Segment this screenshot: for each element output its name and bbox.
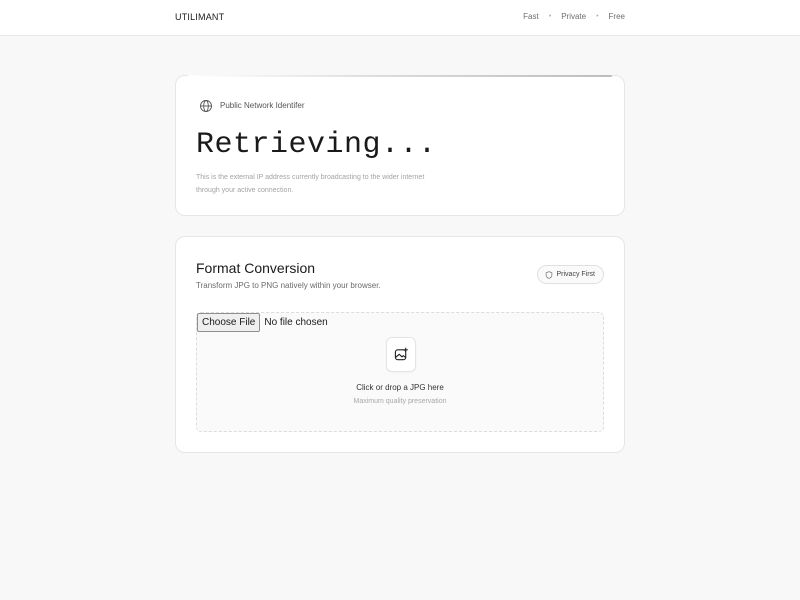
brand-logo[interactable]: UTILIMANT bbox=[175, 12, 224, 22]
upload-icon-box bbox=[386, 337, 416, 372]
ip-description: This is the external IP address currentl… bbox=[196, 174, 425, 194]
ip-address-value: Retrieving... bbox=[196, 128, 437, 162]
format-conversion-card: Format Conversion Transform JPG to PNG n… bbox=[175, 236, 625, 453]
globe-icon bbox=[200, 100, 212, 112]
image-plus-icon bbox=[394, 347, 408, 361]
loading-bar bbox=[188, 75, 612, 77]
drop-instruction: Click or drop a JPG here bbox=[356, 383, 444, 392]
privacy-badge: Privacy First bbox=[536, 265, 604, 284]
privacy-badge-label: Privacy First bbox=[556, 271, 596, 278]
top-nav: Fast • Private • Free bbox=[523, 12, 625, 21]
shield-icon bbox=[545, 270, 552, 279]
conversion-subtitle: Transform JPG to PNG natively within you… bbox=[196, 281, 381, 290]
file-dropzone[interactable]: Choose File No file chosen Click or drop… bbox=[196, 312, 604, 432]
ip-card: Public Network Identifer Retrieving... T… bbox=[175, 75, 625, 216]
drop-hint: Maximum quality preservation bbox=[353, 398, 447, 405]
nav-separator: • bbox=[596, 13, 599, 20]
nav-separator: • bbox=[548, 13, 552, 20]
ip-label: Public Network Identifer bbox=[220, 101, 305, 110]
nav-item-fast[interactable]: Fast bbox=[523, 12, 539, 21]
top-bar: UTILIMANT Fast • Private • Free bbox=[0, 0, 800, 36]
conversion-title: Format Conversion bbox=[196, 260, 316, 276]
file-input[interactable]: Choose File No file chosen bbox=[197, 313, 328, 332]
file-status: No file chosen bbox=[264, 317, 328, 328]
nav-item-free[interactable]: Free bbox=[609, 12, 625, 21]
nav-item-private[interactable]: Private bbox=[561, 12, 586, 21]
choose-file-button[interactable]: Choose File bbox=[197, 313, 261, 332]
